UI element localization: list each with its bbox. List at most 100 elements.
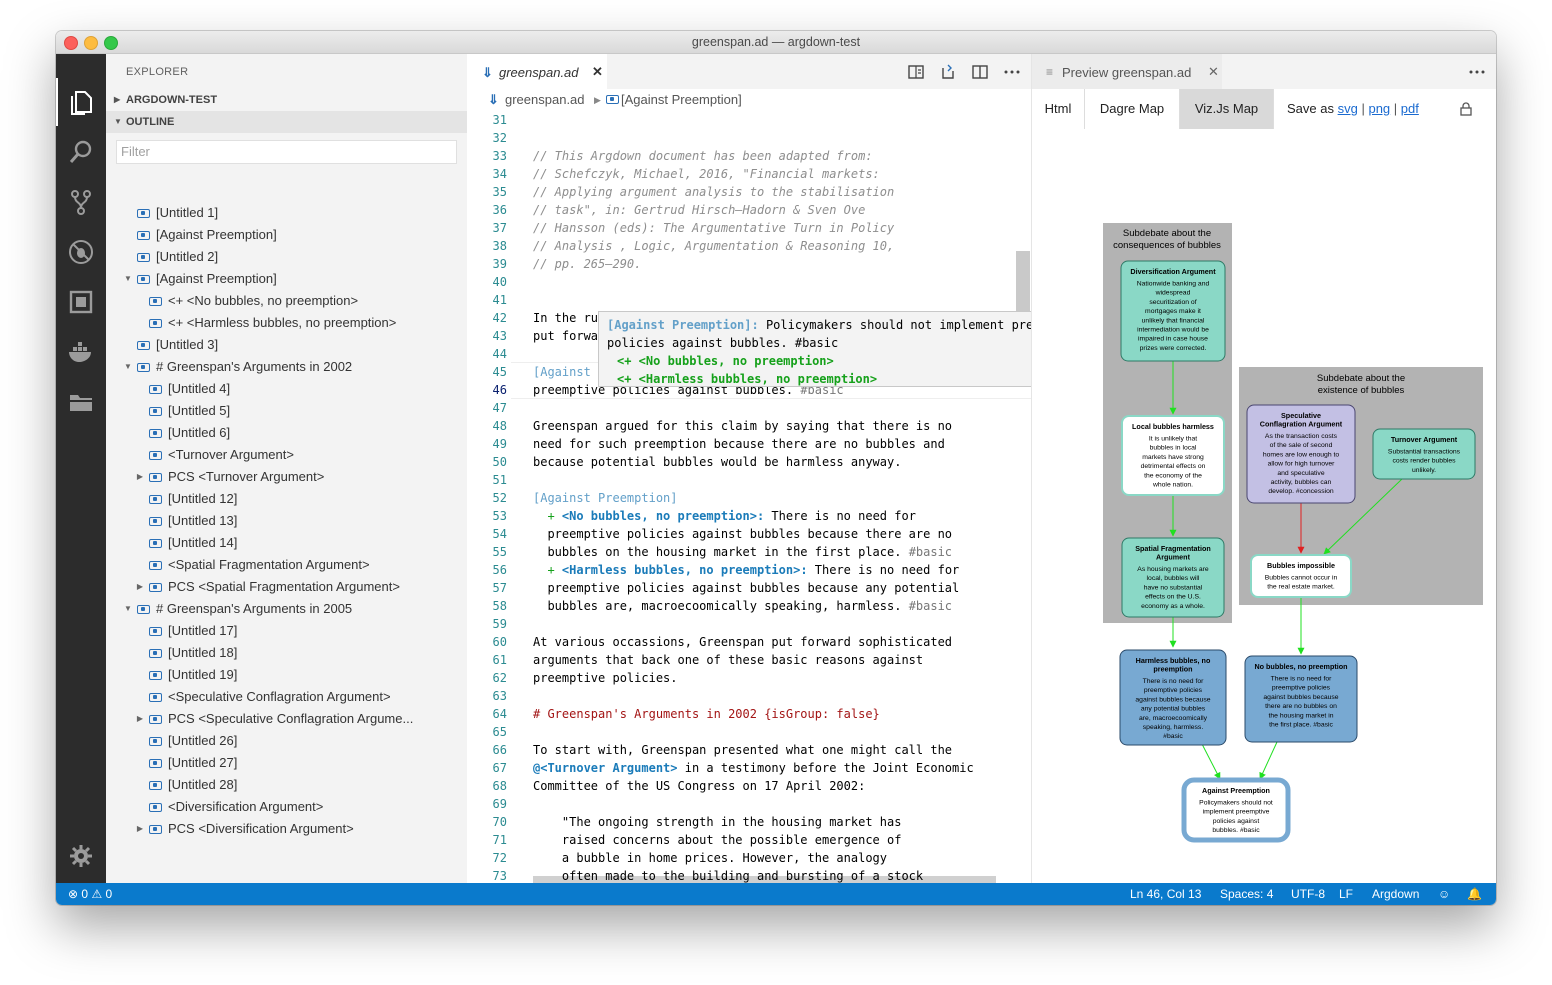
more-actions-icon[interactable]: [1468, 63, 1486, 81]
map-node-harmless[interactable]: Harmless bubbles, nopreemptionThere is n…: [1119, 649, 1227, 746]
outline-item[interactable]: [Untitled 28]: [106, 774, 467, 796]
tab-greenspan-ad[interactable]: ⇓ greenspan.ad ✕: [467, 54, 607, 89]
outline-item[interactable]: [Against Preemption]: [106, 224, 467, 246]
node-text: the economy of the: [1144, 472, 1202, 479]
outline-item[interactable]: <Speculative Conflagration Argument>: [106, 686, 467, 708]
save-pdf-link[interactable]: pdf: [1401, 101, 1419, 116]
code-line: bubbles are, macroecoomically speaking, …: [533, 599, 953, 613]
close-icon[interactable]: ✕: [592, 64, 603, 80]
node-title: Turnover Argument: [1391, 435, 1458, 444]
node-text: detrimental effects on: [1141, 463, 1206, 470]
outline-item[interactable]: [Untitled 14]: [106, 532, 467, 554]
outline-item[interactable]: [Untitled 17]: [106, 620, 467, 642]
line-number: 50: [492, 455, 507, 469]
outline-item[interactable]: <+ <No bubbles, no preemption>: [106, 290, 467, 312]
outline-item[interactable]: [Untitled 2]: [106, 246, 467, 268]
more-actions-icon[interactable]: [1003, 63, 1021, 81]
save-as-group: Save as svg | png | pdf: [1287, 101, 1419, 116]
cursor-position[interactable]: Ln 46, Col 13: [1130, 883, 1201, 905]
node-text: implement preemptive: [1203, 809, 1270, 816]
outline-item[interactable]: <Turnover Argument>: [106, 444, 467, 466]
outline-item[interactable]: [Untitled 5]: [106, 400, 467, 422]
map-node-nobubbles[interactable]: No bubbles, no preemption There is no nee…: [1244, 655, 1358, 743]
outline-item[interactable]: ▼ # Greenspan's Arguments in 2002: [106, 356, 467, 378]
outline-item[interactable]: [Untitled 18]: [106, 642, 467, 664]
node-text: unlikely that financial: [1142, 317, 1205, 324]
outline-item[interactable]: <Diversification Argument>: [106, 796, 467, 818]
debug-icon[interactable]: [67, 238, 95, 266]
argument-map[interactable]: Subdebate about the consequences of bubb…: [1032, 129, 1496, 883]
extensions-icon[interactable]: [67, 288, 95, 316]
outline-filter-input[interactable]: Filter: [116, 140, 457, 164]
map-node-turnover[interactable]: Turnover Argument Substantial transaction…: [1372, 428, 1476, 480]
folder-icon[interactable]: [67, 388, 95, 416]
outline-item[interactable]: [Untitled 27]: [106, 752, 467, 774]
chevron-down-icon[interactable]: ▼: [123, 356, 133, 378]
outline-item[interactable]: ▶ PCS <Diversification Argument>: [106, 818, 467, 840]
save-svg-link[interactable]: svg: [1338, 101, 1358, 116]
code-line: + <No bubbles, no preemption>: There is …: [533, 509, 916, 523]
outline-item[interactable]: ▶ PCS <Speculative Conflagration Argume..…: [106, 708, 467, 730]
language-mode[interactable]: Argdown: [1372, 883, 1419, 905]
chevron-down-icon[interactable]: ▼: [123, 598, 133, 620]
outline-item[interactable]: ▼ [Against Preemption]: [106, 268, 467, 290]
indentation[interactable]: Spaces: 4: [1220, 883, 1273, 905]
code-area[interactable]: 31 32 33 // This Argdown document has been …: [467, 111, 1031, 883]
map-node-spatial[interactable]: Spatial FragmentationArgumentAs housing …: [1121, 537, 1225, 618]
node-text: There is no need for: [1271, 676, 1333, 683]
node-text: against bubbles because: [1263, 694, 1338, 701]
node-title: Bubbles impossible: [1267, 561, 1335, 570]
breadcrumb-file[interactable]: greenspan.ad: [505, 89, 585, 111]
outline-item[interactable]: ▶ PCS <Spatial Fragmentation Argument>: [106, 576, 467, 598]
outline-item[interactable]: [Untitled 13]: [106, 510, 467, 532]
search-icon[interactable]: [67, 138, 95, 166]
section-outline[interactable]: ▼ OUTLINE: [106, 111, 467, 133]
close-icon[interactable]: ✕: [1208, 64, 1219, 80]
nav-vizjs-map[interactable]: Viz.Js Map: [1180, 89, 1274, 129]
map-node-impossible[interactable]: Bubbles impossible Bubbles cannot occur i…: [1250, 554, 1352, 598]
outline-item-label: [Untitled 19]: [168, 667, 238, 682]
outline-item[interactable]: [Untitled 6]: [106, 422, 467, 444]
files-icon[interactable]: [67, 88, 95, 116]
outline-item[interactable]: [Untitled 1]: [106, 202, 467, 224]
save-png-link[interactable]: png: [1368, 101, 1390, 116]
map-node-diversification[interactable]: Diversification Argument Nationwide banki…: [1120, 260, 1226, 362]
docker-icon[interactable]: [67, 338, 95, 366]
open-preview-icon[interactable]: [907, 63, 925, 81]
lock-icon[interactable]: [1460, 102, 1472, 116]
node-text: costs render bubbles: [1392, 458, 1456, 465]
smiley-icon[interactable]: ☺: [1438, 883, 1450, 905]
outline-item[interactable]: [Untitled 19]: [106, 664, 467, 686]
outline-item[interactable]: ▼ # Greenspan's Arguments in 2005: [106, 598, 467, 620]
outline-item[interactable]: ▶ PCS <Turnover Argument>: [106, 466, 467, 488]
end-of-line[interactable]: LF: [1339, 883, 1353, 905]
problems-indicator[interactable]: ⊗ 0 ⚠ 0: [68, 883, 112, 905]
section-argdown-test[interactable]: ▶ ARGDOWN-TEST: [106, 89, 467, 111]
encoding[interactable]: UTF-8: [1291, 883, 1325, 905]
breadcrumb-statement[interactable]: [Against Preemption]: [621, 89, 742, 111]
chevron-down-icon[interactable]: ▼: [123, 268, 133, 290]
outline-item[interactable]: [Untitled 4]: [106, 378, 467, 400]
open-changes-icon[interactable]: [939, 63, 957, 81]
outline-item[interactable]: <+ <Harmless bubbles, no preemption>: [106, 312, 467, 334]
map-node-local[interactable]: Local bubbles harmless It is unlikely tha…: [1121, 415, 1225, 496]
statement-icon: [149, 715, 162, 724]
chevron-right-icon[interactable]: ▶: [135, 818, 145, 840]
map-node-speculative[interactable]: SpeculativeConflagration ArgumentAs the …: [1246, 404, 1356, 504]
chevron-right-icon[interactable]: ▶: [135, 576, 145, 598]
nav-html[interactable]: Html: [1032, 89, 1085, 129]
outline-item[interactable]: [Untitled 3]: [106, 334, 467, 356]
line-number: 31: [492, 113, 507, 127]
nav-dagre-map[interactable]: Dagre Map: [1085, 89, 1180, 129]
chevron-right-icon[interactable]: ▶: [135, 466, 145, 488]
outline-item[interactable]: <Spatial Fragmentation Argument>: [106, 554, 467, 576]
tab-preview[interactable]: ≡ Preview greenspan.ad ✕: [1032, 54, 1222, 89]
split-editor-icon[interactable]: [971, 63, 989, 81]
gear-icon[interactable]: [69, 844, 93, 868]
outline-item[interactable]: [Untitled 26]: [106, 730, 467, 752]
source-control-icon[interactable]: [67, 188, 95, 216]
chevron-right-icon[interactable]: ▶: [135, 708, 145, 730]
bell-icon[interactable]: 🔔: [1467, 883, 1482, 905]
outline-item[interactable]: [Untitled 12]: [106, 488, 467, 510]
map-node-against[interactable]: Against Preemption Policymakers should no…: [1181, 777, 1291, 843]
